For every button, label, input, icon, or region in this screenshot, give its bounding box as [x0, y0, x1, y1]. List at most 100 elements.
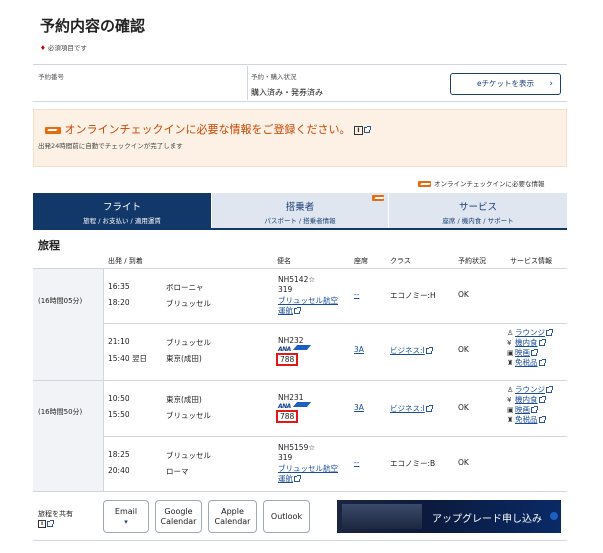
service-movie[interactable]: ▣映画: [507, 405, 552, 415]
service-movie[interactable]: ▣映画: [507, 348, 552, 358]
booking-status: OK: [458, 290, 469, 299]
seat-link[interactable]: 3A: [354, 403, 364, 412]
divider: [33, 380, 567, 381]
share-apple-calendar-button[interactable]: Apple Calendar: [208, 500, 257, 533]
flight-sub-number: 319: [278, 285, 293, 294]
service-list: ♙ ラウンジ ¥ 機内食 ▣映画 ♜ 免税品: [507, 328, 553, 368]
divider: [103, 268, 104, 491]
share-button-label-2: Calendar: [160, 516, 197, 526]
share-itinerary: 旅程を共有 i: [38, 509, 73, 529]
service-label: ラウンジ: [515, 328, 545, 337]
service-dutyfree[interactable]: ♜ 免税品: [507, 415, 552, 425]
col-header-services: サービス情報: [510, 257, 552, 265]
service-list: ♙ ラウンジ ¥ 機内食 ▣映画 ♜ 免税品: [507, 385, 553, 425]
external-link-icon: [364, 126, 371, 133]
divider: [103, 323, 567, 324]
share-outlook-button[interactable]: Outlook: [263, 500, 310, 533]
ana-logo: ANA: [278, 344, 312, 353]
cabin-class-text: ビジネス:I: [390, 346, 425, 355]
checkin-notice-subtitle: 出発24時間前に自動でチェックインが完了します: [38, 142, 183, 150]
external-link-icon: [47, 520, 54, 527]
seat-link[interactable]: --: [354, 290, 359, 299]
eticket-button[interactable]: eチケットを表示 ›: [450, 73, 561, 95]
checkin-badge-icon: [45, 126, 61, 134]
chevron-right-icon: ›: [549, 79, 553, 89]
departure-time: 18:25: [108, 450, 130, 459]
operator-link-line2[interactable]: 運航: [278, 305, 301, 316]
arrival-time: 15:40 翌日: [108, 354, 147, 363]
external-link-icon: [538, 339, 546, 346]
aircraft-code: 788: [276, 410, 299, 423]
info-icon: i: [354, 125, 363, 135]
operator-link-line2[interactable]: 運航: [278, 473, 301, 484]
tab-flight-label: フライト: [102, 202, 141, 213]
meal-icon: ¥: [507, 396, 512, 404]
external-link-icon: [538, 416, 546, 423]
upgrade-banner[interactable]: アップグレード申し込み: [337, 500, 561, 533]
operator-suffix: 運航: [278, 474, 293, 483]
external-link-icon: [546, 386, 553, 393]
service-meal[interactable]: ¥ 機内食: [507, 395, 552, 405]
cabin-class-link[interactable]: ビジネス:I: [390, 345, 433, 356]
external-link-icon: [294, 475, 301, 482]
arrival-city: ローマ: [166, 467, 189, 476]
ana-logo-icon: ANA: [278, 401, 312, 410]
external-link-icon: [294, 307, 301, 314]
booking-status-label: 予約・購入状況: [251, 73, 297, 81]
seat-link[interactable]: 3A: [354, 345, 364, 354]
share-button-label: Email: [114, 506, 138, 516]
cabin-class-link[interactable]: ビジネス:I: [390, 403, 433, 414]
info-icon[interactable]: i: [38, 520, 46, 528]
external-link-icon: [425, 347, 433, 354]
flight-number: NH5142☆: [278, 275, 316, 284]
share-button-label: Outlook: [270, 511, 303, 521]
ana-logo: ANA: [278, 401, 312, 410]
arrival-time: 18:20: [108, 298, 130, 307]
booking-status: OK: [458, 345, 469, 354]
upgrade-banner-text: アップグレード申し込み: [432, 514, 542, 525]
service-label: 機内食: [515, 338, 538, 347]
external-link-icon: [531, 406, 538, 413]
departure-city: ボローニャ: [166, 283, 204, 292]
checkin-notice: [33, 109, 567, 167]
service-meal[interactable]: ¥ 機内食: [507, 338, 552, 348]
share-button-label-2: Calendar: [214, 516, 251, 526]
tab-service-sub: 座席 / 機内食 / サポート: [442, 217, 514, 225]
arrival-time: 20:40: [108, 466, 130, 475]
divider: [103, 436, 567, 437]
col-header-flight: 便名: [277, 257, 291, 265]
tab-flight[interactable]: フライト 旅程 / お支払い / 適用運賃: [33, 193, 211, 228]
booking-status: OK: [458, 458, 469, 467]
divider: [247, 66, 248, 100]
page-title: 予約内容の確認: [40, 17, 146, 35]
arrival-city: 東京(成田): [166, 354, 202, 363]
external-link-icon: [538, 359, 546, 366]
aircraft-type: 788: [276, 410, 299, 423]
service-dutyfree[interactable]: ♜ 免税品: [507, 358, 552, 368]
dropdown-arrow-icon: ▾: [124, 517, 128, 526]
tab-passenger-label: 搭乗者: [285, 202, 315, 213]
service-label: 免税品: [515, 415, 538, 424]
checkin-badge-icon: [372, 195, 384, 201]
checkin-notice-title[interactable]: オンラインチェックインに必要な情報をご登録ください。 i: [45, 121, 371, 137]
service-lounge[interactable]: ♙ ラウンジ: [507, 328, 553, 338]
tab-passenger[interactable]: 搭乗者 パスポート / 搭乗者情報: [212, 193, 388, 228]
booking-status: OK: [458, 403, 469, 412]
service-lounge[interactable]: ♙ ラウンジ: [507, 385, 553, 395]
departure-time: 21:10: [108, 337, 130, 346]
required-note: ♦ 必須項目です: [40, 42, 87, 52]
movie-icon: ▣: [507, 406, 514, 414]
departure-city: 東京(成田): [166, 395, 202, 404]
divider: [33, 540, 567, 541]
share-email-button[interactable]: Email ▾: [103, 500, 149, 533]
share-google-calendar-button[interactable]: Google Calendar: [155, 500, 202, 533]
col-header-status: 予約状況: [458, 257, 486, 265]
tab-service-label: サービス: [458, 202, 497, 213]
departure-city: ブリュッセル: [166, 338, 211, 347]
tab-service[interactable]: サービス 座席 / 機内食 / サポート: [389, 193, 567, 228]
seat-link[interactable]: --: [354, 458, 359, 467]
external-link-icon: [531, 349, 538, 356]
chevron-right-icon: [550, 512, 558, 520]
tab-underline: [33, 228, 567, 230]
movie-icon: ▣: [507, 349, 514, 357]
